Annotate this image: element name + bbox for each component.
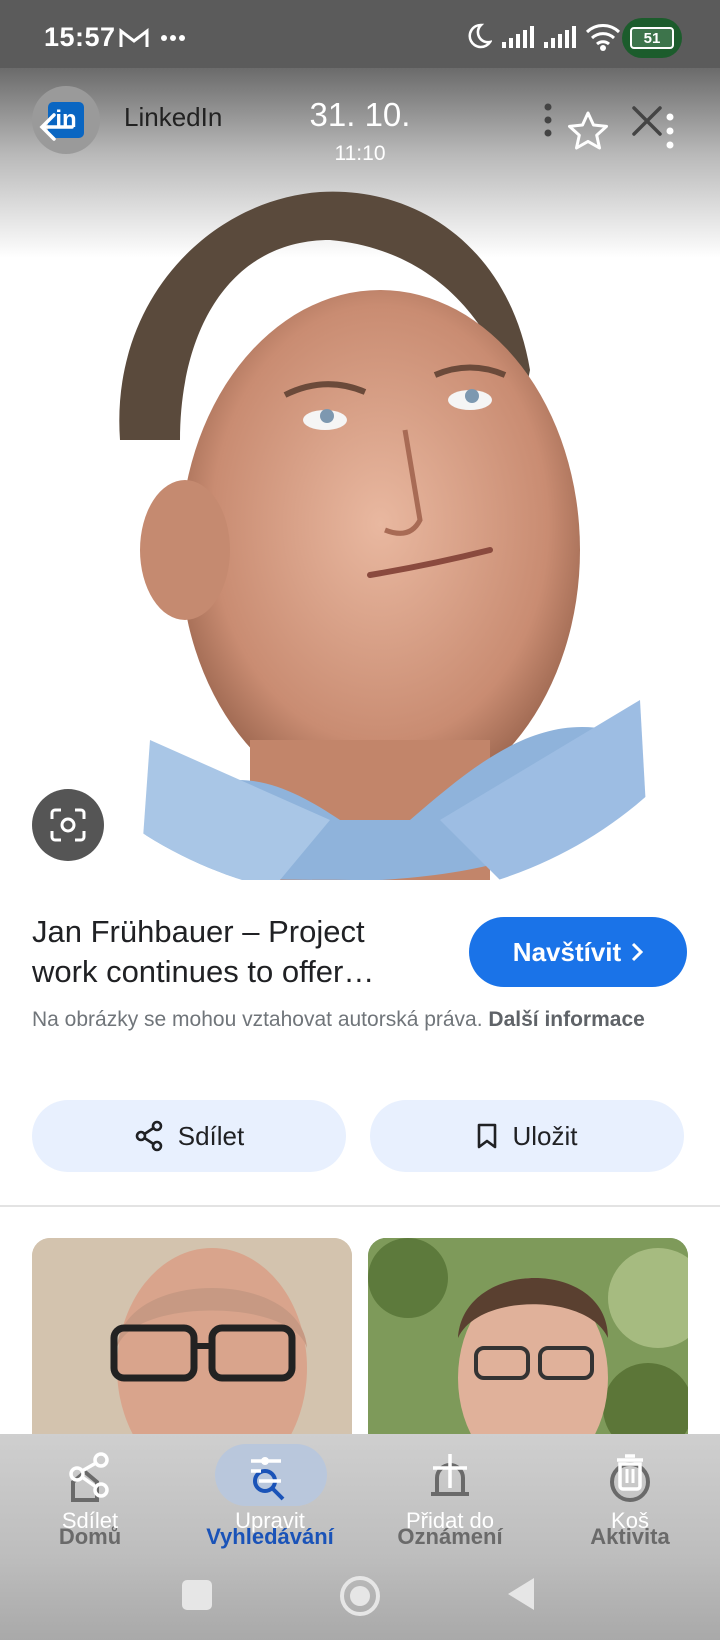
trash-icon: [610, 1454, 650, 1502]
add-to-action-label: Přidat do: [405, 1508, 495, 1533]
visit-button[interactable]: Navštívit: [469, 917, 687, 987]
related-image-1[interactable]: [32, 1238, 352, 1438]
visit-label: Navštívit: [512, 936, 622, 967]
related-image-1-photo: [32, 1238, 352, 1438]
status-bar: 15:57 51: [0, 0, 720, 68]
section-divider: [0, 1205, 720, 1207]
save-label: Uložit: [512, 1120, 578, 1151]
save-button[interactable]: Uložit: [370, 1100, 684, 1172]
signal-2-icon: [544, 26, 576, 48]
gmail-icon: [119, 27, 149, 47]
overflow-menu-icon[interactable]: [664, 112, 676, 150]
chevron-right-icon: [632, 942, 644, 962]
do-not-disturb-moon-icon: [468, 23, 492, 49]
share-icon: [135, 1120, 163, 1152]
tab-activity[interactable]: Aktivita Koš: [540, 1440, 720, 1560]
trash-action-label: Koš: [611, 1508, 649, 1533]
photo-date: 31. 10.: [309, 96, 411, 133]
photo-time: 11:10: [334, 142, 386, 165]
wifi-icon: [585, 24, 621, 51]
lens-search-button[interactable]: [32, 789, 104, 861]
main-image[interactable]: [80, 180, 660, 880]
copyright-text: Na obrázky se mohou vztahovat autorská p…: [32, 1008, 483, 1031]
more-info-link[interactable]: Další informace: [488, 1008, 644, 1031]
edit-action-label: Upravit: [235, 1508, 305, 1533]
copyright-notice: Na obrázky se mohou vztahovat autorská p…: [32, 1004, 672, 1036]
add-icon: [431, 1454, 469, 1496]
share-action-label: Sdílet: [61, 1508, 119, 1533]
battery-indicator: 51: [622, 18, 682, 58]
more-options-icon[interactable]: [542, 102, 554, 138]
source-name[interactable]: LinkedIn: [124, 102, 222, 133]
favorite-star-icon[interactable]: [566, 110, 610, 152]
bookmark-icon: [478, 1123, 497, 1149]
status-time: 15:57: [44, 22, 116, 52]
close-icon[interactable]: [630, 104, 664, 138]
related-image-2-photo: [368, 1238, 688, 1438]
tab-home[interactable]: Domů Sdílet: [0, 1440, 180, 1560]
result-title[interactable]: Jan Frühbauer – Project work continues t…: [32, 912, 422, 992]
edit-icon: [251, 1457, 285, 1501]
back-button[interactable]: [506, 1576, 536, 1612]
google-lens-icon: [50, 808, 86, 842]
back-arrow-icon[interactable]: [36, 110, 76, 144]
share-icon: [69, 1452, 109, 1502]
home-button[interactable]: [338, 1574, 382, 1618]
more-notifications-icon: [161, 35, 185, 41]
tab-notifications[interactable]: Oznámení Přidat do: [360, 1440, 540, 1560]
recents-button[interactable]: [182, 1580, 212, 1610]
related-image-2[interactable]: [368, 1238, 688, 1438]
share-label: Sdílet: [177, 1120, 245, 1151]
signal-1-icon: [502, 26, 534, 48]
battery-level: 51: [630, 27, 674, 49]
share-button[interactable]: Sdílet: [32, 1100, 346, 1172]
tab-search[interactable]: Vyhledávání Upravit: [180, 1440, 360, 1560]
